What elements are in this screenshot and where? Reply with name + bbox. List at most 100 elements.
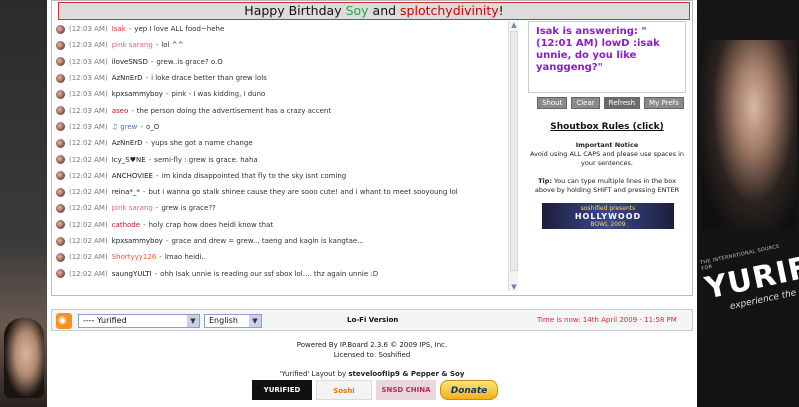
chat-nick[interactable]: AzNnErD [112,139,143,147]
chat-row: (12:02 AM) cathode - holy crap how does hei… [56,217,508,233]
user-avatar-icon[interactable] [56,187,65,197]
shoutbox-rules-link[interactable]: Shoutbox Rules (click) [528,122,686,132]
user-avatar-icon[interactable] [56,73,65,83]
lofi-link[interactable]: Lo-Fi Version [347,316,398,324]
chat-row: (12:03 AM) AzNnErD - i loke drace better th… [56,70,508,86]
user-avatar-icon[interactable] [56,89,65,99]
chat-time: (12:02 AM) [69,269,108,278]
user-avatar-icon[interactable] [56,138,65,148]
chat-nick[interactable]: aseo [112,107,129,115]
chat-nick[interactable]: AzNnErD [112,74,143,82]
chat-row: (12:03 AM) ♫ grew - o_O [56,119,508,135]
chevron-down-icon[interactable]: ▼ [249,315,261,327]
right-photo [701,40,797,230]
licensed-to: Licensed to: Soshified [333,351,411,359]
chat-nick[interactable]: pink sarang [112,204,153,212]
chat-row: (12:03 AM) Isak - yep I love ALL food~hehe [56,21,508,37]
tip-body: You can type multiple lines in the box a… [534,177,680,194]
footer-credits: Powered By IP.Board 2.3.6 © 2009 IPS, In… [47,340,697,360]
notice-title: Important Notice [575,141,639,149]
user-avatar-icon[interactable] [56,24,65,34]
chat-separator: - [150,57,154,66]
chat-message: semi-fly : grew is grace. haha [154,155,258,164]
chat-separator: - [165,90,169,99]
chat-separator: - [145,139,149,148]
user-avatar-icon[interactable] [56,236,65,246]
chat-message: lol ^^ [161,41,184,50]
notice-body: Avoid using ALL CAPS and please use spac… [529,150,685,167]
chat-separator: - [155,41,159,50]
chat-message: yups she got a name change [151,139,253,148]
refresh-button[interactable]: Refresh [603,97,641,109]
chat-separator: - [143,220,146,229]
hollywood-bowl-banner[interactable]: soshified presents HOLLYWOOD BOWL 2009 [542,203,674,229]
affiliate-badges: YURIFIED Soshi SNSD CHINA Donate [252,380,498,400]
chat-row: (12:02 AM) Icy_S♥NE - semi-fly : grew is gr… [56,151,508,167]
chat-message: grace and drew = grew... taeng and kagin… [171,237,364,245]
chat-time: (12:02 AM) [69,220,108,229]
chat-row: (12:02 AM) Shortyyy126- lmao heidi.. [56,249,508,265]
chat-nick[interactable]: ANCHOVIEE [112,172,153,180]
snsd-china-badge[interactable]: SNSD CHINA [376,380,436,400]
user-avatar-icon[interactable] [56,269,65,279]
chat-time: (12:03 AM) [69,90,108,99]
user-avatar-icon[interactable] [56,40,65,50]
user-avatar-icon[interactable] [56,220,65,230]
user-avatar-icon[interactable] [56,106,65,116]
chat-message: ohh Isak unnie is reading our ssf sbox l… [160,269,379,278]
skin-select[interactable]: ---- Yurified ▼ [78,314,200,328]
chat-nick[interactable]: Icy_S♥NE [112,156,146,164]
chat-message: i loke drace better than grew lols [151,74,267,83]
scroll-down-icon[interactable]: ▼ [510,283,518,291]
user-avatar-icon[interactable] [56,57,65,67]
donate-button[interactable]: Donate [440,380,498,400]
chat-row: (12:02 AM) AzNnErD - yups she got a name ch… [56,135,508,151]
rss-icon[interactable] [56,313,72,329]
chat-nick[interactable]: kpxsammyboy [112,90,163,98]
chat-message: lmao heidi.. [164,253,206,262]
soshi-badge[interactable]: Soshi [316,380,372,400]
clear-button[interactable]: Clear [571,97,600,109]
chat-nick[interactable]: pink sarang [112,41,153,49]
chat-nick[interactable]: kpxsammyboy [112,237,163,245]
chat-nick[interactable]: saungYULTI [112,270,152,278]
birthday-banner: Happy Birthday Soy and splotchydivinity! [58,2,690,20]
scroll-up-icon[interactable]: ▲ [510,21,518,29]
user-avatar-icon[interactable] [56,203,65,213]
chat-row: (12:02 AM) pink sarang - grew is grace?? [56,200,508,216]
chat-nick[interactable]: ♫ grew [112,123,138,131]
important-notice: Important Notice Avoid using ALL CAPS an… [528,141,686,168]
chat-nick[interactable]: reina*_* [112,188,140,196]
powered-by[interactable]: Powered By IP.Board 2.3.6 © 2009 IPS, In… [47,340,697,350]
chat-log[interactable]: (12:03 AM) Isak - yep I love ALL food~hehe (… [56,21,508,291]
chat-time: (12:03 AM) [69,106,108,115]
main-content: Happy Birthday Soy and splotchydivinity!… [47,0,697,407]
chat-message: holy crap how does heidi know that [148,220,274,229]
chat-nick[interactable]: Shortyyy126 [112,253,157,261]
chat-row: (12:03 AM) iloveSNSD - grew..is grace? o.O [56,54,508,70]
shout-input[interactable]: Isak is answering: "(12:01 AM) lowD :isa… [528,21,686,93]
chat-nick[interactable]: iloveSNSD [112,58,148,66]
chat-nick[interactable]: cathode [112,221,140,229]
layout-credit: 'Yurified' Layout by steveloofIip9 & Pep… [279,370,465,378]
tip-text: Tip: You can type multiple lines in the … [528,177,686,195]
chat-time: (12:02 AM) [69,171,108,180]
yurified-badge[interactable]: YURIFIED [252,380,312,400]
chat-separator: - [131,106,134,115]
scroll-thumb[interactable] [510,31,518,271]
user-avatar-icon[interactable] [56,252,65,262]
chat-message: the person doing the advertisement has a… [136,106,332,115]
shoutbox-panel: Happy Birthday Soy and splotchydivinity!… [51,0,693,296]
user-avatar-icon[interactable] [56,171,65,181]
user-avatar-icon[interactable] [56,122,65,132]
language-select[interactable]: English ▼ [204,314,262,328]
left-photo-strip [0,0,47,407]
my-prefs-button[interactable]: My Prefs [644,97,684,109]
chat-nick[interactable]: Isak [112,25,126,33]
chat-row: (12:02 AM) ANCHOVIEE - im kinda disappointe… [56,168,508,184]
shout-button[interactable]: Shout [537,97,568,109]
chat-message: but i wanna go stalk shinee cause they a… [148,188,458,197]
user-avatar-icon[interactable] [56,155,65,165]
chevron-down-icon[interactable]: ▼ [187,315,199,327]
chat-scrollbar[interactable]: ▲ ▼ [508,21,518,291]
